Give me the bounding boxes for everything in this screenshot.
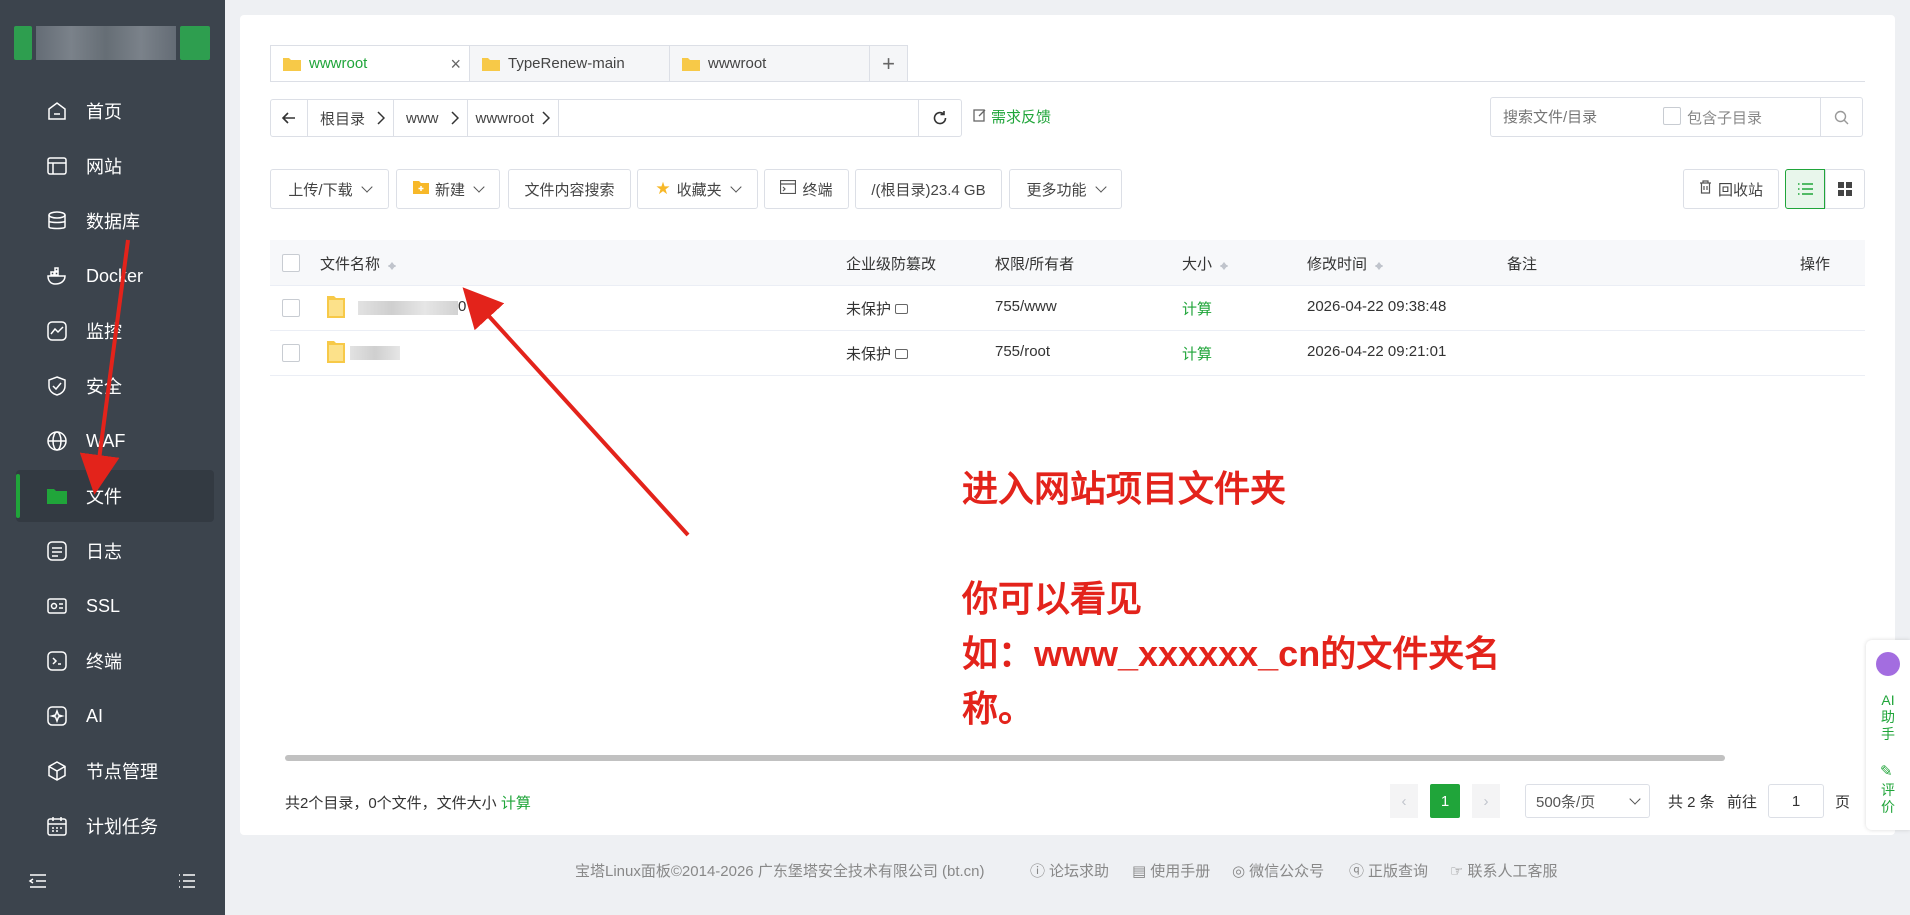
robot-icon <box>1876 652 1900 676</box>
forum-link[interactable]: ⓘ 论坛求助 <box>1030 860 1109 881</box>
search-icon: ⓠ <box>1349 863 1365 880</box>
wechat-link[interactable]: ◎ 微信公众号 <box>1232 860 1324 881</box>
edit-icon: ✎ <box>1880 763 1893 780</box>
book-icon: ▤ <box>1132 862 1147 880</box>
ai-side-panel: AI助手 ✎ 评价 <box>1866 640 1910 830</box>
link-label: 正版查询 <box>1368 863 1429 880</box>
manual-link[interactable]: ▤ 使用手册 <box>1132 860 1210 881</box>
hand-icon: ☞ <box>1450 862 1464 880</box>
link-label: 论坛求助 <box>1049 863 1110 880</box>
link-label: 微信公众号 <box>1249 863 1325 880</box>
copyright: 宝塔Linux面板©2014-2026 广东堡塔安全技术有限公司 (bt.cn) <box>575 863 985 880</box>
ai-assistant-button[interactable]: AI助手 <box>1866 692 1910 743</box>
wechat-icon: ◎ <box>1232 862 1246 880</box>
link-label: 使用手册 <box>1150 863 1211 880</box>
arrow-to-files <box>79 239 130 495</box>
help-icon: ⓘ <box>1030 863 1046 880</box>
contact-link[interactable]: ☞ 联系人工客服 <box>1450 860 1557 881</box>
arrow-to-folder <box>462 287 690 537</box>
review-button[interactable]: 评价 <box>1866 782 1910 816</box>
verify-link[interactable]: ⓠ 正版查询 <box>1349 860 1428 881</box>
annotation-arrows <box>79 239 690 537</box>
link-label: 联系人工客服 <box>1467 863 1558 880</box>
